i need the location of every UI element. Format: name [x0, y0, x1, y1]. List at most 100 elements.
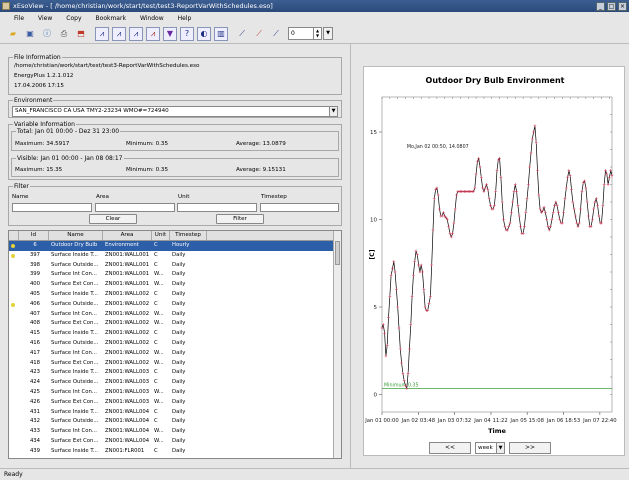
- data-point: [529, 151, 533, 155]
- header-unit[interactable]: Unit: [152, 231, 170, 240]
- save-icon[interactable]: ▣: [23, 27, 37, 41]
- range-chart-icon[interactable]: ◐: [197, 26, 211, 41]
- menu-view[interactable]: View: [38, 15, 52, 22]
- table-row[interactable]: 424 Surface Outside... ZN001:WALL003 C Daily: [9, 378, 335, 388]
- axis-chart-red-icon[interactable]: ⟋: [252, 27, 266, 41]
- filter-button[interactable]: Filter: [216, 214, 264, 224]
- cell-name: Surface Int Con...: [51, 310, 97, 317]
- info-icon[interactable]: ⓘ: [40, 27, 54, 41]
- cell-unit: C: [154, 447, 158, 454]
- header-area[interactable]: Area: [103, 231, 152, 240]
- x-tick-label: Jan 06 18:53: [546, 418, 581, 424]
- next-period-button[interactable]: >>: [509, 442, 551, 454]
- max-annotation: Mo,Jan 02 00:50, 14.0807: [407, 144, 469, 150]
- table-row[interactable]: 432 Surface Outside... ZN001:WALL004 C Daily: [9, 417, 335, 427]
- table-row[interactable]: 439 Surface Inside T... ZN001:FLR001 C Daily: [9, 447, 335, 457]
- open-folder-icon[interactable]: ▰: [6, 27, 20, 41]
- table-row[interactable]: 406 Surface Outside... ZN001:WALL002 C Daily: [9, 300, 335, 310]
- table-row[interactable]: 425 Surface Int Con... ZN001:WALL003 W... Da…: [9, 388, 335, 398]
- data-point: [564, 186, 568, 190]
- filter-unit-input[interactable]: [177, 203, 257, 212]
- scrollbar-thumb[interactable]: [335, 241, 340, 265]
- close-button[interactable]: ×: [618, 1, 627, 11]
- zoom-dropdown-icon[interactable]: ▼: [323, 27, 333, 40]
- row-marker: [9, 447, 19, 457]
- data-point: [381, 323, 385, 326]
- header-marker[interactable]: [9, 231, 19, 240]
- header-id[interactable]: Id: [19, 231, 49, 240]
- table-row[interactable]: 431 Surface Inside T... ZN001:WALL004 C Dail…: [9, 408, 335, 418]
- cell-timestep: Daily: [172, 369, 186, 376]
- table-row[interactable]: 416 Surface Outside... ZN001:WALL002 C Daily: [9, 339, 335, 349]
- filter-icon[interactable]: ▼: [163, 26, 177, 41]
- zoom-spinner[interactable]: 0 ▲ ▼: [288, 27, 322, 40]
- header-name[interactable]: Name: [49, 231, 103, 240]
- cell-name: Surface Ext Con...: [51, 437, 99, 444]
- table-row[interactable]: 397 Surface Inside T... ZN001:WALL001 C Dail…: [9, 251, 335, 261]
- table-row[interactable]: 407 Surface Int Con... ZN001:WALL002 W... Da…: [9, 310, 335, 320]
- menu-copy[interactable]: Copy: [66, 15, 81, 22]
- cell-timestep: Daily: [172, 388, 186, 395]
- data-point: [543, 211, 547, 214]
- menu-file[interactable]: File: [14, 15, 24, 22]
- line-chart-icon[interactable]: ⩘: [95, 26, 109, 41]
- cell-timestep: Daily: [172, 251, 186, 258]
- chevron-down-icon[interactable]: ▼: [329, 107, 337, 116]
- line-chart-zoom-icon[interactable]: ⩘: [112, 26, 126, 41]
- cell-name: Surface Ext Con...: [51, 398, 99, 405]
- period-select[interactable]: week ▼: [475, 442, 505, 454]
- row-marker: [9, 310, 19, 320]
- data-point: [447, 225, 451, 228]
- table-row[interactable]: 426 Surface Ext Con... ZN001:WALL003 W... Da…: [9, 398, 335, 408]
- data-point: [486, 188, 490, 192]
- table-row[interactable]: 434 Surface Ext Con... ZN001:WALL004 W... Da…: [9, 437, 335, 447]
- table-row[interactable]: 415 Surface Inside T... ZN001:WALL002 C Dail…: [9, 329, 335, 339]
- data-point: [387, 316, 390, 319]
- cell-unit: W...: [154, 320, 164, 327]
- table-row[interactable]: 417 Surface Int Con... ZN001:WALL002 W... Da…: [9, 349, 335, 359]
- clear-button[interactable]: Clear: [89, 214, 137, 224]
- filter-timestep-label: Timestep: [261, 194, 287, 200]
- filter-area-input[interactable]: [95, 203, 175, 212]
- table-row[interactable]: 399 Surface Int Con... ZN001:WALL001 W... Da…: [9, 270, 335, 280]
- axis-chart-blue-icon[interactable]: ⟋: [269, 27, 283, 41]
- table-row[interactable]: 433 Surface Int Con... ZN001:WALL004 W... Da…: [9, 427, 335, 437]
- table-row[interactable]: 400 Surface Ext Con... ZN001:WALL001 W... Da…: [9, 280, 335, 290]
- menu-help[interactable]: Help: [178, 15, 192, 22]
- environment-select[interactable]: SAN_FRANCISCO CA USA TMY2-23234 WMO#=724…: [12, 106, 338, 117]
- bar-chart-icon[interactable]: ▥: [214, 26, 228, 41]
- pdf-icon[interactable]: ⬒: [74, 27, 88, 41]
- data-point: [393, 270, 397, 274]
- visible-range-label: Visible: Jan 01 00:00 - Jan 08 08:17: [16, 155, 124, 162]
- line-chart-compare-icon[interactable]: ⩘: [146, 26, 160, 41]
- spinner-arrows-icon[interactable]: ▲ ▼: [313, 28, 321, 39]
- menu-window[interactable]: Window: [140, 15, 164, 22]
- header-timestep[interactable]: Timestep: [170, 231, 207, 240]
- table-row[interactable]: 398 Surface Outside... ZN001:WALL001 C Daily: [9, 261, 335, 271]
- table-row[interactable]: 408 Surface Ext Con... ZN001:WALL002 W... Da…: [9, 319, 335, 329]
- filter-timestep-input[interactable]: [260, 203, 339, 212]
- data-point: [533, 124, 537, 128]
- table-row[interactable]: 423 Surface Inside T... ZN001:WALL003 C Dail…: [9, 368, 335, 378]
- prev-period-button[interactable]: <<: [429, 442, 471, 454]
- table-row[interactable]: 418 Surface Ext Con... ZN001:WALL002 W... Da…: [9, 359, 335, 369]
- app-icon[interactable]: [2, 2, 10, 10]
- data-point: [506, 228, 509, 232]
- menu-bookmark[interactable]: Bookmark: [96, 15, 126, 22]
- x-tick-label: Jan 01 00:00: [364, 418, 399, 424]
- minimize-button[interactable]: _: [596, 1, 605, 11]
- print-icon[interactable]: ⎙: [57, 27, 71, 41]
- data-point: [517, 214, 521, 218]
- variables-table[interactable]: Id Name Area Unit Timestep 6 Outdoor Dry …: [8, 230, 342, 459]
- temperature-chart[interactable]: Outdoor Dry Bulb Environment 0 5 10 15 Jan 01…: [364, 67, 626, 457]
- line-chart-multi-icon[interactable]: ⩘: [129, 26, 143, 41]
- help-chart-icon[interactable]: ?: [180, 26, 194, 41]
- maximize-button[interactable]: □: [607, 1, 616, 11]
- axis-chart-icon[interactable]: ⟋: [235, 27, 249, 41]
- filter-name-input[interactable]: [12, 203, 92, 212]
- table-scrollbar[interactable]: [333, 231, 341, 458]
- table-row[interactable]: 405 Surface Inside T... ZN001:WALL002 C Dail…: [9, 290, 335, 300]
- chart-area[interactable]: Outdoor Dry Bulb Environment 0 5 10 15 Jan 01…: [363, 66, 625, 456]
- chevron-down-icon[interactable]: ▼: [496, 443, 504, 453]
- table-row[interactable]: 6 Outdoor Dry Bulb Environment C Hourly: [9, 241, 335, 251]
